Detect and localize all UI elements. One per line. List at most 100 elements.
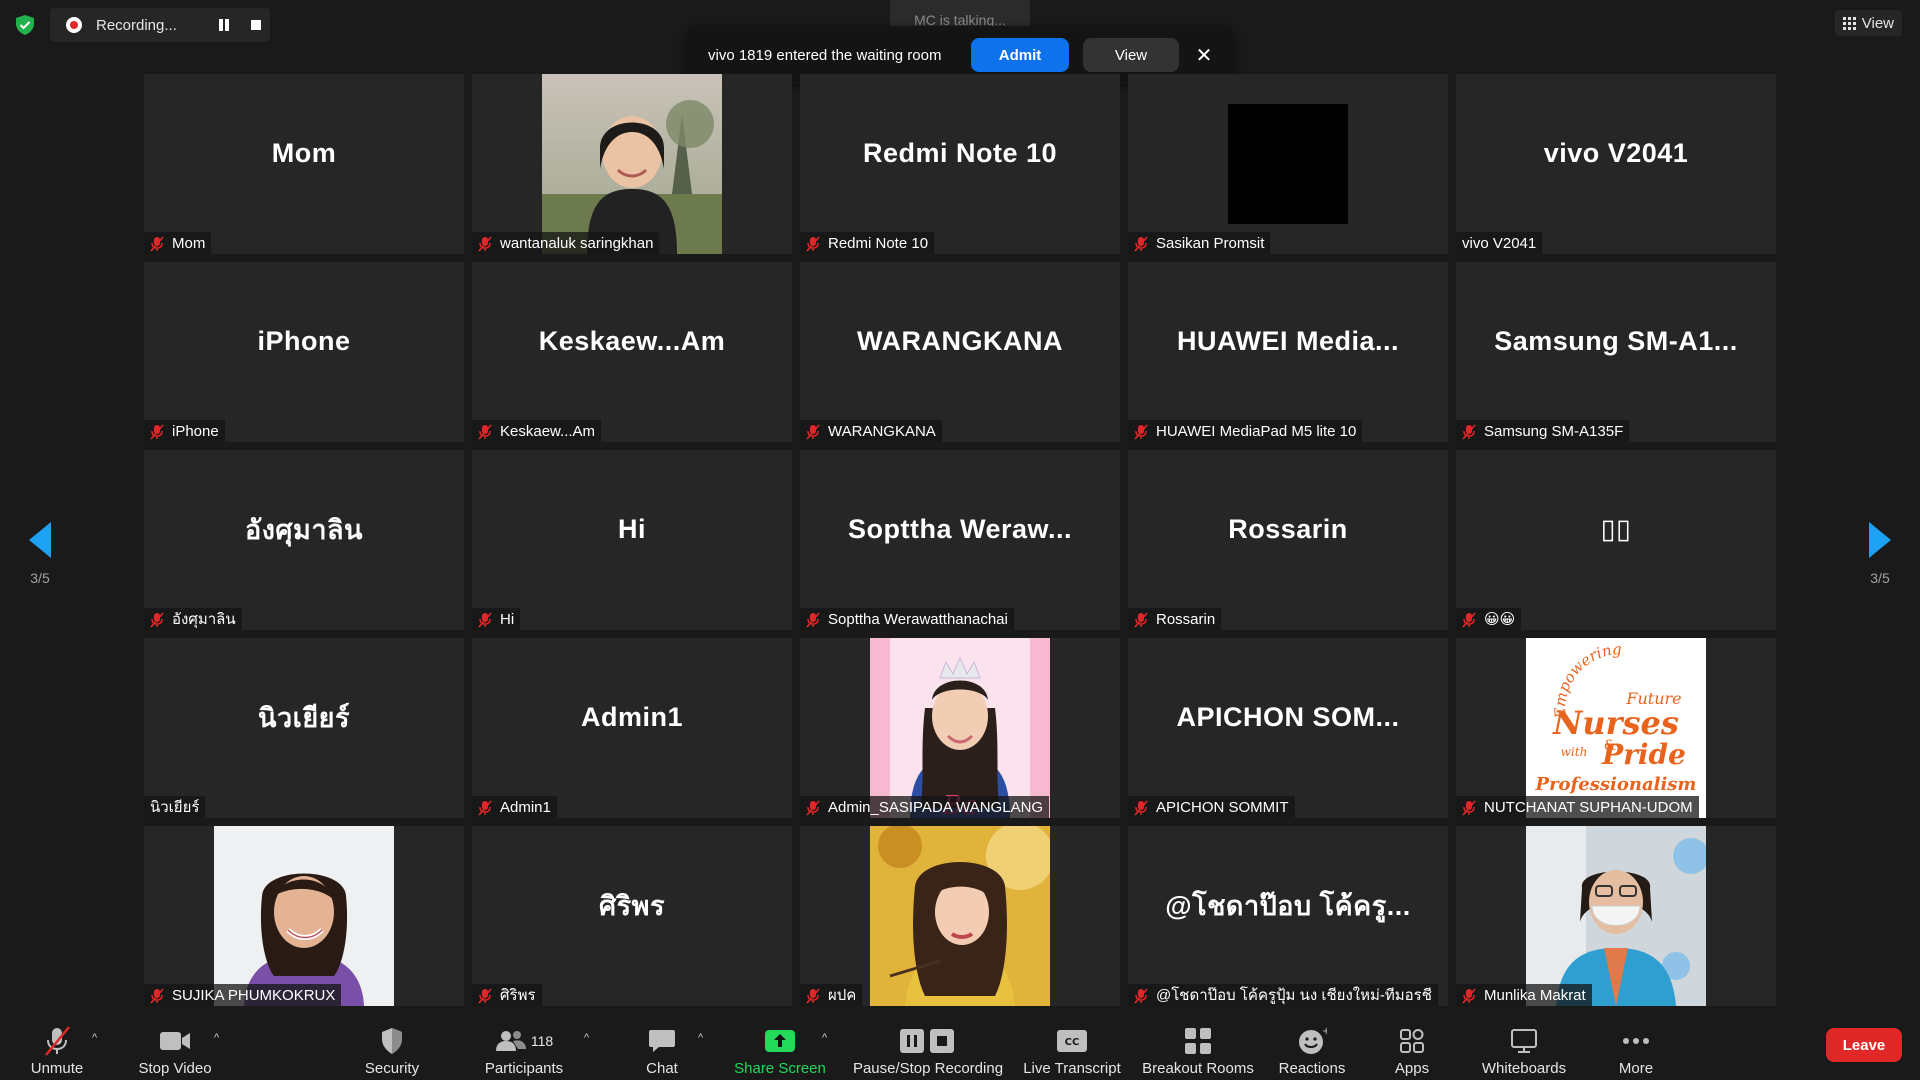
participant-name: นิวเยียร์	[150, 799, 200, 816]
view-waiting-room-button[interactable]: View	[1083, 38, 1179, 72]
participant-name-label: Rossarin	[1128, 608, 1222, 630]
participant-tile[interactable]: Munlika Makrat	[1456, 826, 1776, 1006]
participant-tile[interactable]: Samsung SM-A1... Samsung SM-A135F	[1456, 262, 1776, 442]
breakout-rooms-label: Breakout Rooms	[1142, 1060, 1254, 1077]
audio-options-caret-icon[interactable]: ^	[92, 1032, 97, 1044]
participant-tile[interactable]: vivo V2041 vivo V2041	[1456, 74, 1776, 254]
participant-name-label: wantanaluk saringkhan	[472, 232, 660, 254]
live-transcript-button[interactable]: CC Live Transcript	[1018, 1014, 1126, 1080]
pause-stop-recording-button[interactable]: Pause/Stop Recording	[848, 1014, 1008, 1080]
apps-button[interactable]: Apps	[1382, 1014, 1442, 1080]
more-button[interactable]: More	[1606, 1014, 1666, 1080]
svg-text:+: +	[1322, 1026, 1327, 1037]
participant-name: Munlika Makrat	[1484, 986, 1586, 1004]
stop-recording-icon[interactable]	[251, 20, 261, 30]
recording-dot-icon	[66, 17, 82, 33]
participant-tile[interactable]: Redmi Note 10 Redmi Note 10	[800, 74, 1120, 254]
participant-tile[interactable]: Keskaew...Am Keskaew...Am	[472, 262, 792, 442]
participant-name: Admin_SASIPADA WANGLANG	[828, 798, 1044, 816]
participant-tile[interactable]: iPhone iPhone	[144, 262, 464, 442]
participant-tile[interactable]: WARANGKANA WARANGKANA	[800, 262, 1120, 442]
participant-tile[interactable]: wantanaluk saringkhan	[472, 74, 792, 254]
muted-microphone-icon	[478, 800, 492, 816]
participant-display-name: iPhone	[257, 325, 351, 356]
whiteboards-button[interactable]: Whiteboards	[1474, 1014, 1574, 1080]
participant-display-name: นิวเยียร์	[258, 702, 350, 733]
participant-tile[interactable]: HUAWEI Media... HUAWEI MediaPad M5 lite 1…	[1128, 262, 1448, 442]
previous-page-button[interactable]: 3/5	[10, 495, 70, 595]
participant-name-label: SUJIKA PHUMKOKRUX	[144, 984, 342, 1006]
participant-tile[interactable]: APICHON SOM... APICHON SOMMIT	[1128, 638, 1448, 818]
muted-microphone-icon	[806, 800, 820, 816]
muted-microphone-icon	[1462, 612, 1476, 628]
participant-tile[interactable]: Sasikan Promsit	[1128, 74, 1448, 254]
admit-button[interactable]: Admit	[971, 38, 1069, 72]
muted-microphone-icon	[1134, 612, 1148, 628]
pause-recording-icon[interactable]	[217, 19, 231, 31]
encryption-shield-icon[interactable]	[14, 14, 36, 36]
share-options-caret-icon[interactable]: ^	[822, 1032, 827, 1044]
participants-label: Participants	[484, 1060, 564, 1077]
participant-name-label: Admin_SASIPADA WANGLANG	[800, 796, 1050, 818]
layout-view-button[interactable]: View	[1834, 10, 1902, 36]
share-screen-button[interactable]: Share Screen	[730, 1014, 830, 1080]
participants-count: 118	[530, 1033, 554, 1049]
reactions-button[interactable]: + Reactions	[1272, 1014, 1352, 1080]
participant-name-label: Sasikan Promsit	[1128, 232, 1271, 254]
participants-options-caret-icon[interactable]: ^	[584, 1032, 589, 1044]
participant-tile[interactable]: ▯▯ 😀😀	[1456, 450, 1776, 630]
participant-tile[interactable]: Rossarin Rossarin	[1128, 450, 1448, 630]
participant-tile[interactable]: อังศุมาลิน อังศุมาลิน	[144, 450, 464, 630]
participant-name: wantanaluk saringkhan	[500, 234, 654, 252]
muted-microphone-icon	[150, 612, 164, 628]
participant-tile[interactable]: BaAdmin_SASIPADA WANGLANG	[800, 638, 1120, 818]
muted-microphone-icon	[478, 612, 492, 628]
arrow-left-icon	[29, 522, 51, 558]
breakout-rooms-button[interactable]: Breakout Rooms	[1138, 1014, 1258, 1080]
participants-icon-group: 118	[495, 1024, 553, 1058]
stop-video-button[interactable]: Stop Video	[130, 1014, 220, 1080]
participants-icon	[495, 1031, 526, 1051]
next-page-button[interactable]: 3/5	[1850, 495, 1910, 595]
chat-button[interactable]: Chat	[632, 1014, 692, 1080]
video-options-caret-icon[interactable]: ^	[214, 1032, 219, 1044]
unmute-button[interactable]: Unmute	[22, 1014, 92, 1080]
participant-name-label: ศิริพร	[472, 984, 542, 1006]
waiting-room-message: vivo 1819 entered the waiting room	[708, 46, 942, 64]
apps-icon	[1399, 1024, 1425, 1058]
participant-name: Redmi Note 10	[828, 234, 929, 252]
grid-view-icon	[1842, 16, 1856, 30]
participant-tile[interactable]: Mom Mom	[144, 74, 464, 254]
participants-button[interactable]: 118 Participants	[478, 1014, 570, 1080]
participant-tile[interactable]: Sopttha Weraw... Sopttha Werawatthanachai	[800, 450, 1120, 630]
chat-options-caret-icon[interactable]: ^	[698, 1032, 703, 1044]
participant-tile[interactable]: ศิริพร ศิริพร	[472, 826, 792, 1006]
participant-name-label: Samsung SM-A135F	[1456, 420, 1630, 442]
participant-tile[interactable]: SUJIKA PHUMKOKRUX	[144, 826, 464, 1006]
participant-tile[interactable]: @โชดาป๊อบ โค้ครู... @โชดาป๊อบ โค้ครูปุ้ม …	[1128, 826, 1448, 1006]
page-indicator: 3/5	[1870, 570, 1890, 586]
muted-microphone-icon	[1134, 236, 1148, 252]
leave-button[interactable]: Leave	[1826, 1028, 1902, 1062]
participant-tile[interactable]: Admin1 Admin1	[472, 638, 792, 818]
video-camera-icon	[159, 1024, 191, 1058]
participant-display-name: Mom	[271, 137, 337, 168]
participant-name: WARANGKANA	[828, 422, 936, 440]
participant-tile[interactable]: Hi Hi	[472, 450, 792, 630]
closed-caption-icon: CC	[1056, 1024, 1088, 1058]
participant-tile[interactable]: ผปค	[800, 826, 1120, 1006]
reactions-label: Reactions	[1278, 1060, 1346, 1077]
shield-icon	[380, 1024, 404, 1058]
muted-microphone-icon	[478, 424, 492, 440]
whiteboards-label: Whiteboards	[1481, 1060, 1567, 1077]
muted-microphone-icon	[42, 1024, 72, 1058]
svg-text:with: with	[1561, 745, 1588, 759]
muted-microphone-icon	[150, 988, 164, 1004]
close-icon[interactable]: ✕	[1191, 42, 1217, 68]
participant-tile[interactable]: Empowering Future Nurses with & Pride Professi…	[1456, 638, 1776, 818]
muted-microphone-icon	[1134, 988, 1148, 1004]
participant-tile[interactable]: นิวเยียร์ นิวเยียร์	[144, 638, 464, 818]
unmute-label: Unmute	[30, 1060, 84, 1077]
security-button[interactable]: Security	[352, 1014, 432, 1080]
live-transcript-label: Live Transcript	[1023, 1060, 1121, 1077]
